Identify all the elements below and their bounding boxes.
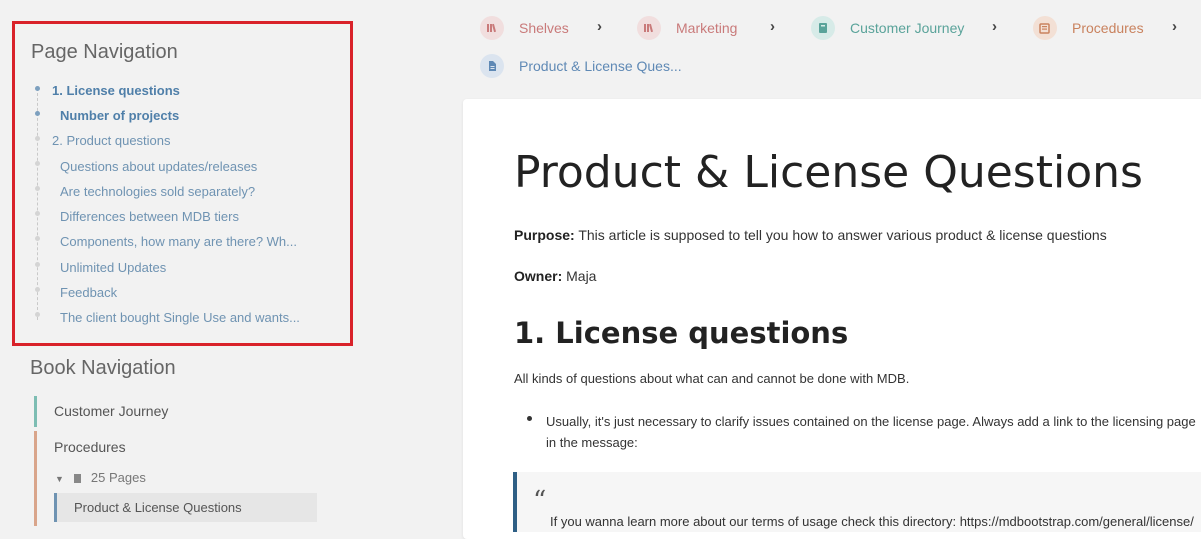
nav-dot — [35, 86, 40, 91]
nav-dot — [35, 312, 40, 317]
nav-item-number-of-projects[interactable]: Number of projects — [60, 108, 179, 123]
nav-item-mdb-tiers[interactable]: Differences between MDB tiers — [60, 209, 239, 224]
book-navigation-title: Book Navigation — [30, 357, 176, 379]
nav-item-feedback[interactable]: Feedback — [60, 285, 117, 300]
blockquote-text: If you wanna learn more about our terms … — [550, 514, 1194, 529]
book-nav-procedures-label: Procedures — [54, 439, 126, 455]
pages-count: 25 Pages — [90, 470, 146, 485]
section-heading: 1. License questions — [514, 316, 849, 350]
nav-dot — [35, 161, 40, 166]
nav-item-technologies-sold-separately[interactable]: Are technologies sold separately? — [60, 184, 255, 199]
purpose-line: Purpose: This article is supposed to tel… — [514, 227, 1107, 243]
chevron-right-icon: › — [1172, 18, 1177, 35]
bullet-marker — [527, 416, 532, 421]
nav-dot — [35, 111, 40, 116]
owner-label: Owner: — [514, 268, 563, 284]
nav-dot — [35, 186, 40, 191]
shelves-icon — [480, 16, 504, 40]
page-navigation-line — [37, 88, 38, 320]
nav-dot — [35, 236, 40, 241]
purpose-label: Purpose: — [514, 227, 575, 243]
chapter-icon — [1033, 16, 1057, 40]
breadcrumb-procedures-label: Procedures — [1072, 20, 1144, 36]
nav-item-updates-releases[interactable]: Questions about updates/releases — [60, 159, 257, 174]
quote-icon: “ — [533, 486, 547, 516]
page-navigation-panel: Page Navigation 1. License questions Num… — [12, 21, 353, 346]
chevron-right-icon: › — [770, 18, 775, 35]
nav-dot — [35, 287, 40, 292]
book-nav-customer-journey[interactable]: Customer Journey — [34, 396, 314, 427]
shelves-icon — [637, 16, 661, 40]
chevron-right-icon: › — [992, 18, 997, 35]
breadcrumb-marketing[interactable]: Marketing — [637, 16, 737, 40]
breadcrumb-customer-journey-label: Customer Journey — [850, 20, 965, 36]
purpose-text: This article is supposed to tell you how… — [574, 227, 1107, 243]
nav-item-unlimited-updates[interactable]: Unlimited Updates — [60, 260, 166, 275]
breadcrumb-marketing-label: Marketing — [676, 20, 738, 36]
pages-toggle[interactable]: ▼ 25 Pages — [55, 470, 146, 485]
nav-dot — [35, 136, 40, 141]
breadcrumb-shelves-label: Shelves — [519, 20, 569, 36]
chevron-right-icon: › — [597, 18, 602, 35]
nav-item-product-questions[interactable]: 2. Product questions — [52, 133, 171, 148]
nav-item-license-questions[interactable]: 1. License questions — [52, 83, 180, 98]
breadcrumb-current-page[interactable]: Product & License Ques... — [480, 54, 682, 78]
book-nav-current-page[interactable]: Product & License Questions — [54, 493, 317, 522]
page-title: Product & License Questions — [514, 147, 1143, 198]
breadcrumb-shelves[interactable]: Shelves — [480, 16, 569, 40]
page-navigation-title: Page Navigation — [31, 41, 178, 63]
breadcrumb-current-page-label: Product & License Ques... — [519, 58, 682, 74]
owner-text: Maja — [562, 268, 597, 284]
section-intro: All kinds of questions about what can an… — [514, 371, 910, 386]
breadcrumb-procedures[interactable]: Procedures — [1033, 16, 1144, 40]
page-icon — [73, 474, 81, 484]
nav-item-components[interactable]: Components, how many are there? Wh... — [60, 234, 297, 249]
nav-dot — [35, 262, 40, 267]
caret-down-icon: ▼ — [55, 474, 64, 484]
book-icon — [811, 16, 835, 40]
nav-item-single-use[interactable]: The client bought Single Use and wants..… — [60, 310, 300, 325]
breadcrumb-customer-journey[interactable]: Customer Journey — [811, 16, 964, 40]
nav-dot — [35, 211, 40, 216]
blockquote: “ If you wanna learn more about our term… — [513, 472, 1201, 532]
owner-line: Owner: Maja — [514, 268, 596, 284]
bullet-item: Usually, it's just necessary to clarify … — [546, 414, 1196, 450]
page-icon — [480, 54, 504, 78]
